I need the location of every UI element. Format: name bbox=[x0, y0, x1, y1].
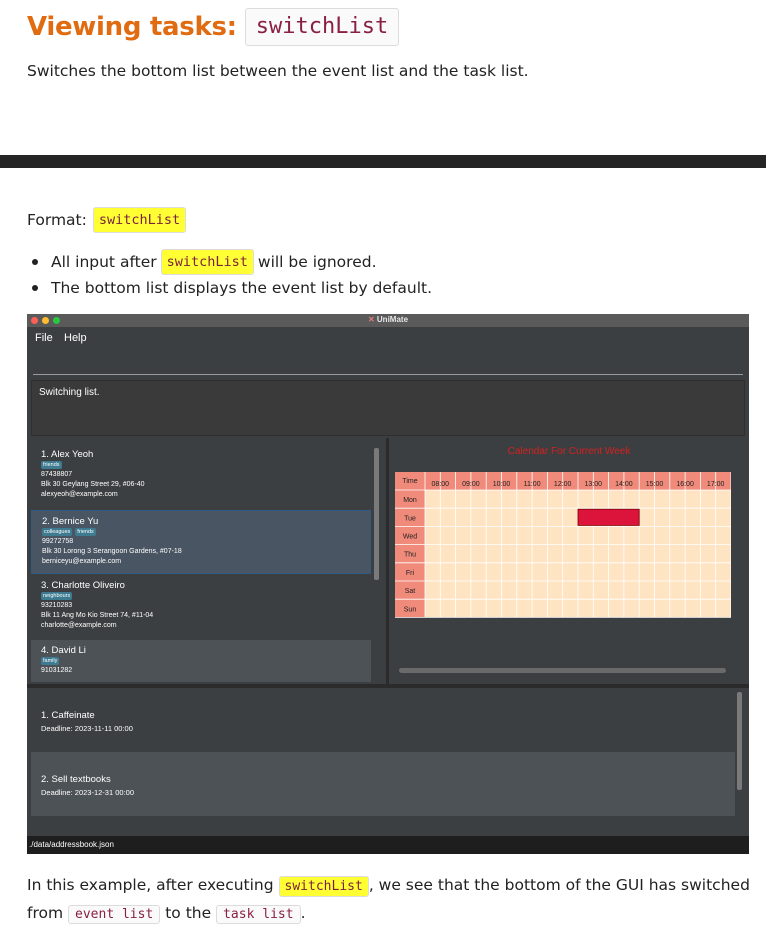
person-tag: friends bbox=[41, 461, 62, 469]
person-address: Blk 30 Lorong 3 Serangoon Gardens, #07-1… bbox=[42, 548, 182, 555]
note-item: All input after switchList will be ignor… bbox=[32, 249, 432, 275]
person-tag: family bbox=[41, 657, 60, 665]
note-text-before: All input after bbox=[51, 253, 157, 271]
calendar-panel: Calendar For Current Week Time 08:00 09:00… bbox=[389, 438, 749, 684]
command-input-underline bbox=[33, 374, 743, 375]
heading-title: Viewing tasks: bbox=[27, 12, 237, 42]
note-text: The bottom list displays the event list … bbox=[51, 279, 433, 297]
heading-command-code: switchList bbox=[244, 8, 400, 46]
person-name: 4. David Li bbox=[41, 645, 86, 656]
task-list[interactable]: 1. Caffeinate Deadline: 2023-11-11 00:00… bbox=[31, 688, 745, 832]
calendar-event-block bbox=[577, 508, 640, 526]
person-tag: colleagues bbox=[42, 528, 73, 536]
person-card[interactable]: 4. David Li family 91031282 bbox=[31, 640, 371, 682]
result-message: Switching list. bbox=[39, 387, 100, 398]
calendar-day-label: Fri bbox=[406, 570, 415, 577]
calendar-hour-label: 15:00 bbox=[646, 481, 664, 488]
window-title-text: UniMate bbox=[376, 315, 409, 324]
person-name: 2. Bernice Yu bbox=[42, 516, 99, 527]
person-card-selected[interactable]: 2. Bernice Yu colleagues friends 9927275… bbox=[31, 510, 371, 574]
app-screenshot: ✕ UniMate File Help Switching list. 1. A… bbox=[27, 314, 749, 854]
calendar-hour-label: 09:00 bbox=[462, 481, 480, 488]
person-tag: friends bbox=[75, 528, 96, 536]
example-paragraph: In this example, after executing switchL… bbox=[27, 872, 757, 928]
person-address: Blk 30 Geylang Street 29, #06-40 bbox=[41, 481, 145, 488]
calendar-day-label: Thu bbox=[404, 552, 416, 559]
person-name: 1. Alex Yeoh bbox=[41, 449, 94, 460]
menu-help[interactable]: Help bbox=[64, 332, 87, 344]
calendar-hour-label: 08:00 bbox=[432, 481, 450, 488]
format-command-code: switchList bbox=[92, 207, 187, 233]
calendar-day-label: Sun bbox=[404, 606, 417, 613]
window-titlebar: ✕ UniMate bbox=[27, 314, 749, 327]
person-phone: 99272758 bbox=[42, 538, 74, 545]
section-divider bbox=[0, 155, 766, 168]
note-text-after: will be ignored. bbox=[257, 253, 377, 271]
task-list-scrollbar[interactable] bbox=[737, 692, 742, 790]
bullet-icon bbox=[32, 259, 38, 265]
calendar-hour-label: 11:00 bbox=[524, 481, 541, 488]
window-title: ✕ UniMate bbox=[27, 315, 749, 324]
task-card[interactable]: 1. Caffeinate Deadline: 2023-11-11 00:00 bbox=[31, 688, 735, 752]
section-heading: Viewing tasks: switchList bbox=[27, 8, 400, 46]
calendar-day-label: Sat bbox=[405, 588, 416, 595]
person-tag: neighbours bbox=[41, 592, 73, 600]
command-input[interactable] bbox=[29, 350, 747, 376]
calendar-hour-label: 12:00 bbox=[554, 481, 572, 488]
calendar-hour-label: 17:00 bbox=[707, 481, 725, 488]
menu-file[interactable]: File bbox=[35, 332, 53, 344]
menu-bar: File Help bbox=[27, 327, 749, 349]
person-card[interactable]: 3. Charlotte Oliveiro neighbours 9321028… bbox=[31, 575, 371, 636]
calendar-title: Calendar For Current Week bbox=[507, 446, 631, 457]
person-email: charlotte@example.com bbox=[41, 622, 117, 629]
task-name: 2. Sell textbooks bbox=[41, 774, 111, 785]
person-list[interactable]: 1. Alex Yeoh friends 87438807 Blk 30 Gey… bbox=[27, 438, 386, 682]
format-label: Format: bbox=[27, 211, 87, 229]
note-item: The bottom list displays the event list … bbox=[32, 275, 432, 301]
calendar-grid: Time 08:00 09:00 10:00 11:00 12:00 13:00 14:00 1… bbox=[395, 472, 731, 618]
person-name: 3. Charlotte Oliveiro bbox=[41, 580, 125, 591]
calendar-corner-label: Time bbox=[402, 478, 417, 485]
person-email: berniceyu@example.com bbox=[42, 558, 122, 565]
status-file-path: ./data/addressbook.json bbox=[29, 840, 114, 849]
calendar-day-label: Mon bbox=[403, 497, 417, 504]
person-list-scrollbar[interactable] bbox=[374, 448, 379, 580]
calendar-day-label: Wed bbox=[403, 534, 417, 541]
format-line: Format: switchList bbox=[27, 207, 187, 233]
person-email: alexyeoh@example.com bbox=[41, 491, 118, 498]
example-code-task-list: task list bbox=[216, 905, 301, 924]
person-phone: 93210283 bbox=[41, 602, 73, 609]
calendar-scrollbar[interactable] bbox=[399, 668, 726, 673]
status-bar: ./data/addressbook.json bbox=[27, 836, 749, 854]
example-text: to the bbox=[165, 904, 212, 922]
example-command-code: switchList bbox=[278, 876, 369, 897]
calendar-hour-label: 16:00 bbox=[676, 481, 694, 488]
person-phone: 87438807 bbox=[41, 471, 73, 478]
person-phone: 91031282 bbox=[41, 667, 73, 674]
example-text: . bbox=[300, 904, 306, 922]
person-address: Blk 11 Ang Mo Kio Street 74, #11-04 bbox=[41, 612, 154, 619]
calendar-day-label: Tue bbox=[404, 515, 416, 522]
note-command-code: switchList bbox=[160, 249, 254, 275]
bullet-icon bbox=[32, 285, 38, 291]
app-logo-icon: ✕ bbox=[367, 315, 375, 324]
task-deadline: Deadline: 2023-12-31 00:00 bbox=[41, 788, 134, 797]
example-text: In this example, after executing bbox=[27, 876, 274, 894]
calendar-hour-label: 10:00 bbox=[493, 481, 511, 488]
task-deadline: Deadline: 2023-11-11 00:00 bbox=[41, 724, 133, 733]
notes-list: All input after switchList will be ignor… bbox=[32, 249, 432, 301]
calendar-hour-label: 14:00 bbox=[615, 481, 633, 488]
person-card[interactable]: 1. Alex Yeoh friends 87438807 Blk 30 Gey… bbox=[31, 444, 371, 505]
example-code-event-list: event list bbox=[68, 905, 161, 924]
command-description: Switches the bottom list between the eve… bbox=[27, 62, 529, 80]
result-display: Switching list. bbox=[31, 380, 745, 436]
calendar-hour-label: 13:00 bbox=[585, 481, 603, 488]
task-name: 1. Caffeinate bbox=[41, 710, 95, 721]
task-card[interactable]: 2. Sell textbooks Deadline: 2023-12-31 0… bbox=[31, 752, 735, 816]
